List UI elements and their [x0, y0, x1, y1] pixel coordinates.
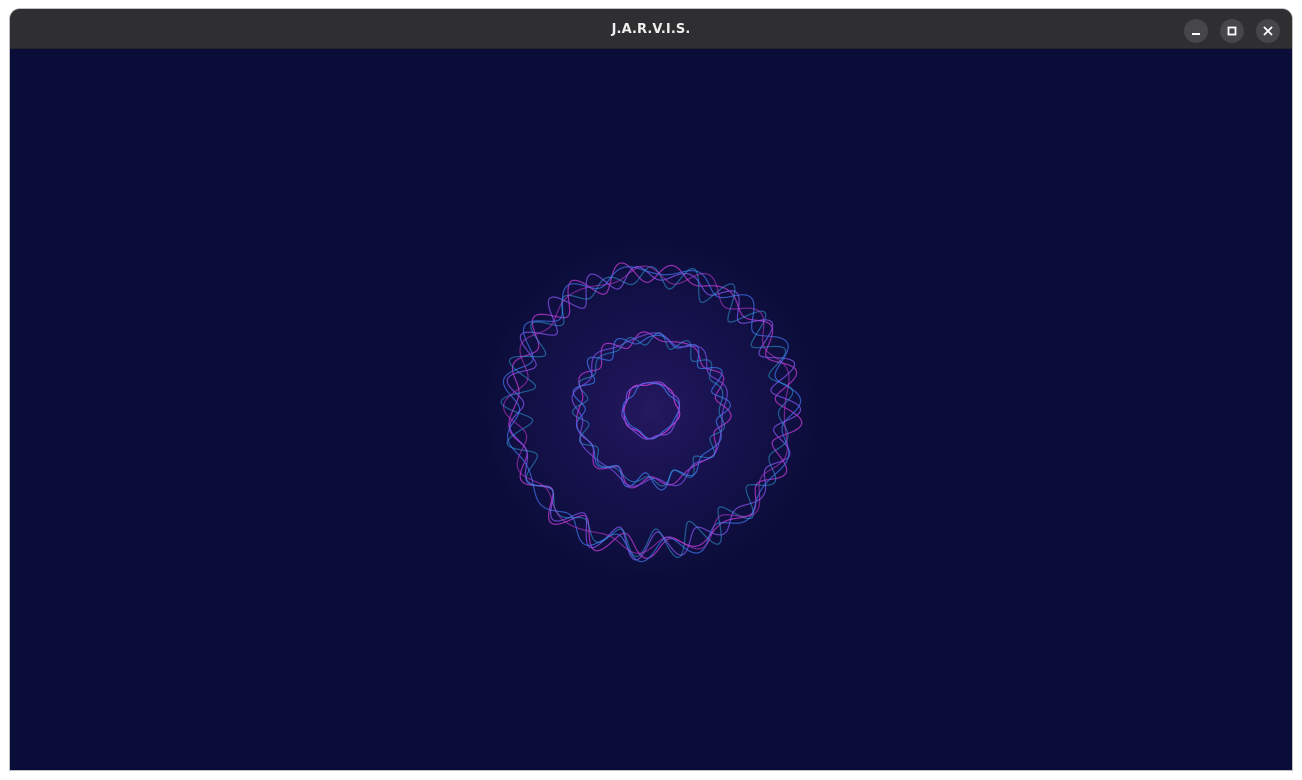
title-bar[interactable]: J.A.R.V.I.S. [10, 9, 1292, 49]
close-button[interactable] [1256, 19, 1280, 43]
audio-visualizer [473, 232, 829, 588]
app-window: J.A.R.V.I.S. [10, 9, 1292, 770]
maximize-icon [1227, 26, 1237, 36]
visualizer-canvas [10, 49, 1292, 770]
minimize-button[interactable] [1184, 19, 1208, 43]
minimize-icon [1191, 26, 1201, 36]
maximize-button[interactable] [1220, 19, 1244, 43]
close-icon [1263, 26, 1273, 36]
window-title: J.A.R.V.I.S. [611, 22, 691, 37]
